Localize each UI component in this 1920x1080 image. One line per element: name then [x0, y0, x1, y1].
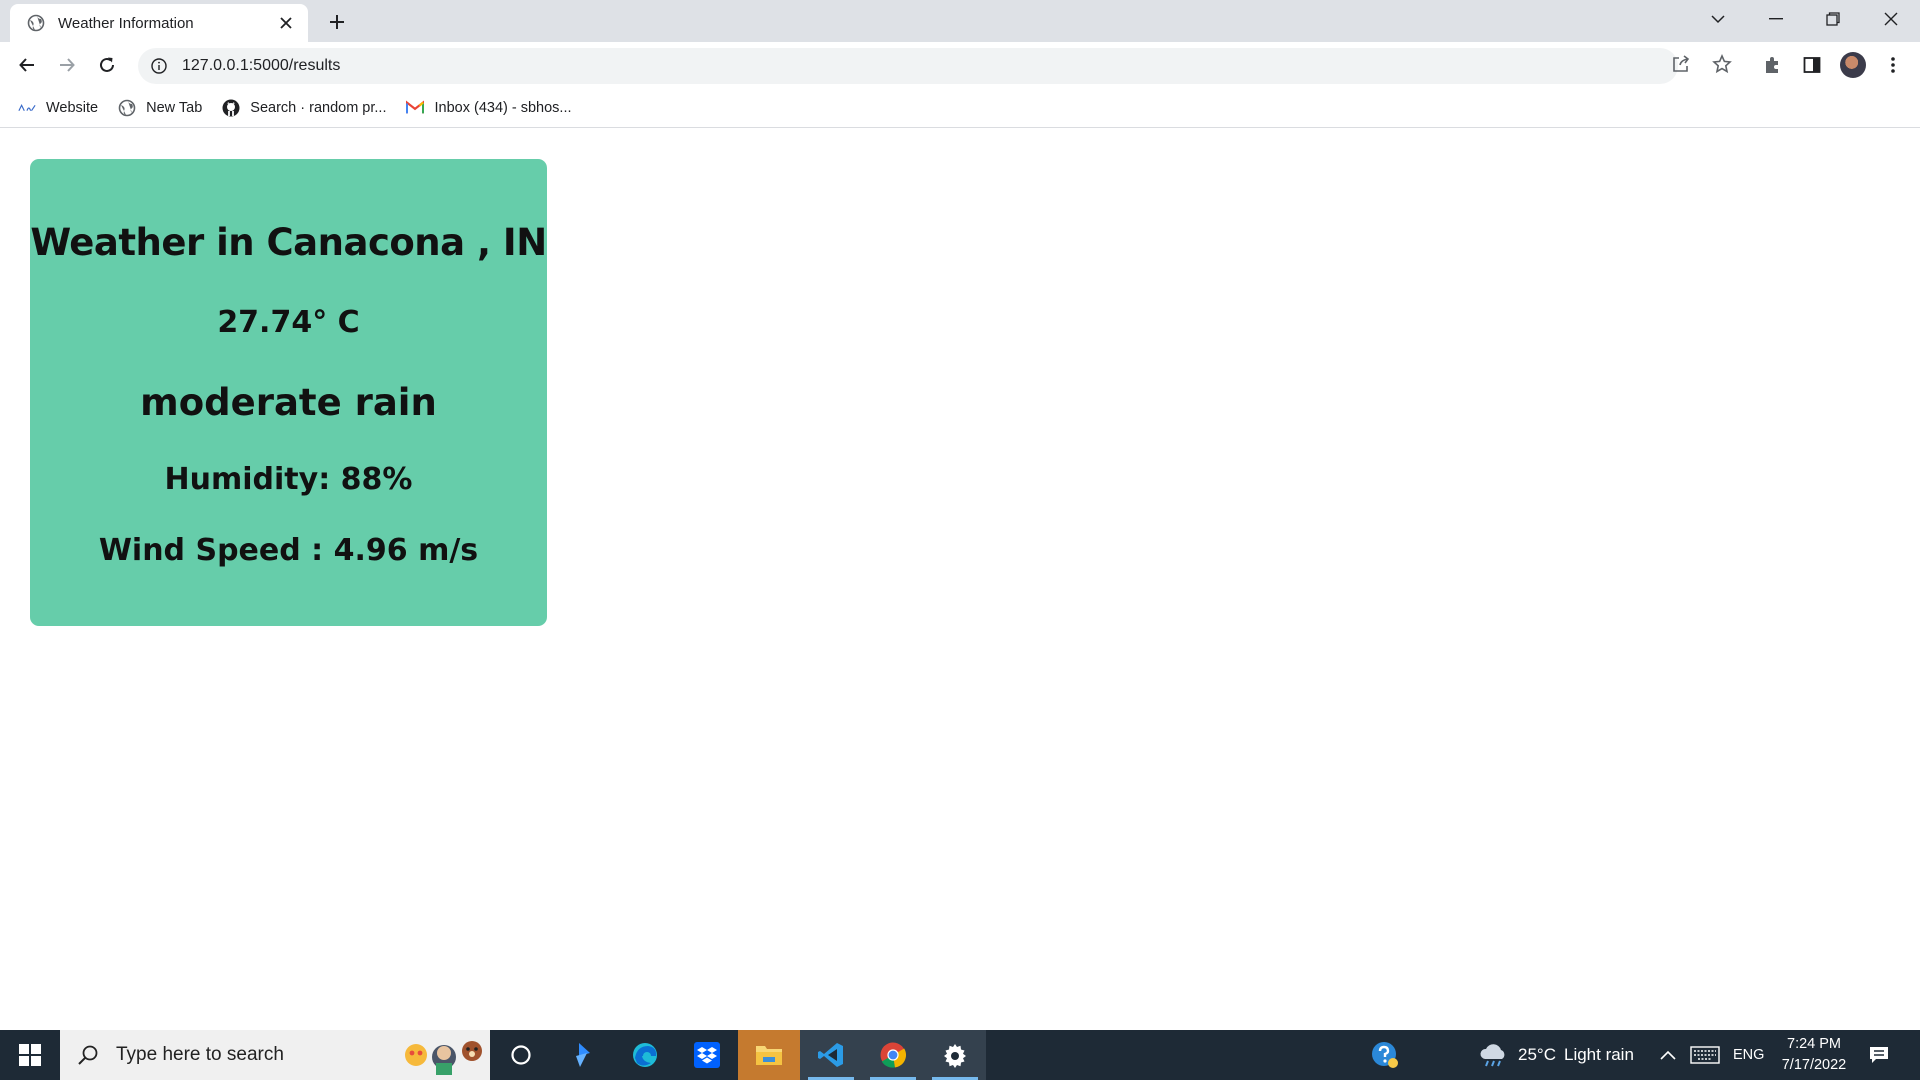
new-tab-button[interactable]: [325, 10, 349, 34]
forward-arrow-icon[interactable]: [53, 51, 81, 79]
help-notification-icon[interactable]: [1370, 1030, 1400, 1080]
side-panel-icon[interactable]: [1799, 52, 1825, 78]
weather-location-title: Weather in Canacona , IN: [30, 221, 547, 264]
windows-start-button[interactable]: [0, 1030, 60, 1080]
bookmarks-bar: Website New Tab Search · random pr... In…: [0, 88, 1920, 128]
back-arrow-icon[interactable]: [13, 51, 41, 79]
input-language[interactable]: ENG: [1733, 1030, 1764, 1080]
share-icon[interactable]: [1668, 51, 1694, 77]
minimize-icon[interactable]: [1760, 6, 1792, 32]
bookmark-gmail-inbox[interactable]: Inbox (434) - sbhos...: [406, 99, 572, 117]
menu-kebab-icon[interactable]: [1880, 52, 1906, 78]
clock-date: 7/17/2022: [1781, 1057, 1847, 1073]
weather-condition: Light rain: [1563, 1045, 1634, 1064]
taskbar-weather-widget[interactable]: 25°C Light rain: [1478, 1030, 1634, 1080]
github-icon: [222, 99, 240, 117]
tab-weather-information[interactable]: Weather Information: [10, 4, 308, 42]
url-text: 127.0.0.1:5000/results: [182, 57, 341, 74]
taskbar-search-box[interactable]: Type here to search: [60, 1030, 490, 1080]
power-automate-icon[interactable]: [552, 1030, 614, 1080]
bookmark-new-tab[interactable]: New Tab: [118, 99, 202, 117]
settings-gear-icon[interactable]: [924, 1030, 986, 1080]
search-highlight-illustration-icon: [400, 1033, 490, 1077]
windows-taskbar: Type here to search 25°C Light rain ENG …: [0, 1030, 1920, 1080]
restore-icon[interactable]: [1817, 6, 1849, 32]
bookmark-website[interactable]: Website: [18, 99, 98, 117]
system-clock[interactable]: 7:24 PM 7/17/2022: [1770, 1034, 1858, 1076]
chrome-browser-icon[interactable]: [862, 1030, 924, 1080]
extensions-puzzle-icon[interactable]: [1759, 52, 1785, 78]
bookmark-github-search[interactable]: Search · random pr...: [222, 99, 386, 117]
keyboard-icon[interactable]: [1690, 1030, 1720, 1080]
temperature-value: 27.74° C: [217, 305, 360, 340]
show-hidden-icons-chevron-icon[interactable]: [1660, 1030, 1676, 1080]
rain-cloud-icon: [1478, 1042, 1508, 1068]
clock-time: 7:24 PM: [1787, 1036, 1841, 1052]
cortana-circle-icon[interactable]: [490, 1030, 552, 1080]
bookmark-label: Website: [46, 99, 99, 116]
globe-icon: [26, 13, 46, 33]
address-bar[interactable]: 127.0.0.1:5000/results: [138, 48, 1678, 84]
page-content: Weather in Canacona , IN 27.74° C modera…: [0, 129, 1920, 1029]
gmail-icon: [406, 99, 425, 117]
weather-description: moderate rain: [140, 381, 437, 424]
tab-title: Weather Information: [58, 14, 194, 32]
bookmark-label: New Tab: [146, 99, 203, 116]
vscode-icon[interactable]: [800, 1030, 862, 1080]
bookmark-label: Inbox (434) - sbhos...: [434, 99, 572, 116]
browser-toolbar: 127.0.0.1:5000/results: [0, 42, 1920, 88]
profile-avatar[interactable]: [1840, 52, 1866, 78]
bookmark-label: Search · random pr...: [250, 99, 387, 116]
reload-icon[interactable]: [93, 51, 121, 79]
search-icon: [76, 1043, 100, 1067]
aase-logo-icon: [18, 99, 36, 117]
search-placeholder: Type here to search: [116, 1044, 284, 1065]
humidity-value: Humidity: 88%: [164, 462, 413, 497]
action-center-icon[interactable]: [1868, 1030, 1890, 1080]
edge-browser-icon[interactable]: [614, 1030, 676, 1080]
bookmark-star-icon[interactable]: [1709, 51, 1735, 77]
close-icon[interactable]: [276, 13, 296, 33]
weather-temperature: 25°C: [1518, 1045, 1556, 1064]
tab-strip: Weather Information: [0, 0, 1920, 42]
dropbox-icon[interactable]: [676, 1030, 738, 1080]
site-info-icon[interactable]: [150, 57, 168, 75]
tab-search-chevron-icon[interactable]: [1702, 6, 1734, 32]
globe-icon: [118, 99, 136, 117]
file-explorer-folder-icon[interactable]: [738, 1030, 800, 1080]
window-close-icon[interactable]: [1875, 6, 1907, 32]
wind-speed-value: Wind Speed : 4.96 m/s: [98, 533, 479, 568]
weather-card: Weather in Canacona , IN 27.74° C modera…: [30, 159, 547, 626]
